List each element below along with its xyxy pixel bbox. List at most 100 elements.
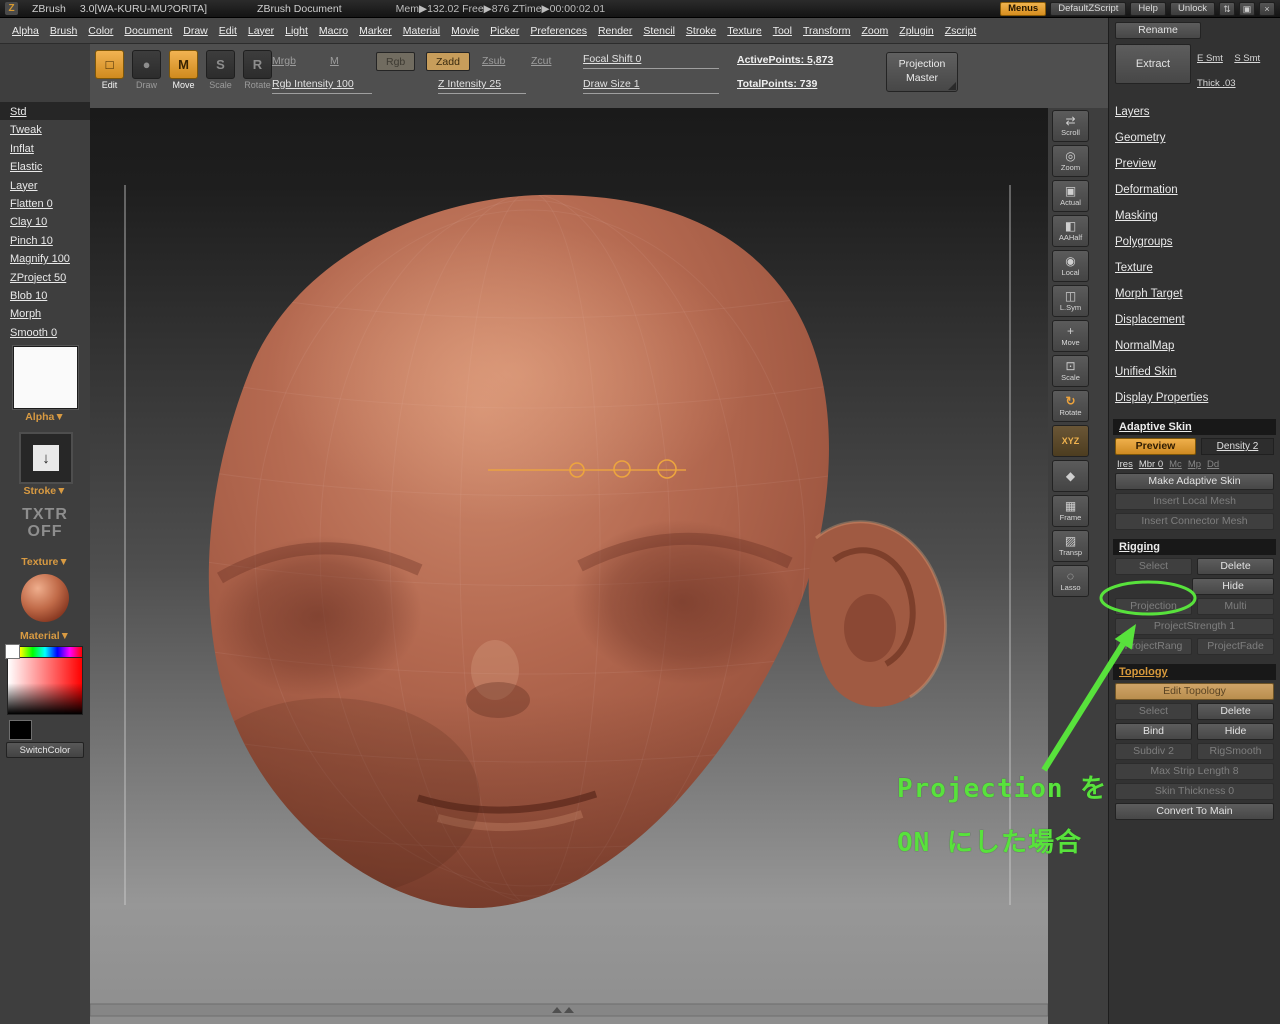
menu-item[interactable]: Texture: [727, 25, 761, 37]
canvas-tool-button[interactable]: + Move: [1052, 320, 1089, 352]
alpha-selector[interactable]: Alpha▼: [0, 411, 90, 423]
canvas-tool-button[interactable]: ◉ Local: [1052, 250, 1089, 282]
rigging-hide-button[interactable]: Hide: [1192, 578, 1274, 595]
tool-button[interactable]: R Rotate: [240, 50, 275, 90]
brush-item[interactable]: Pinch 10: [0, 231, 90, 249]
topology-hide-button[interactable]: Hide: [1197, 723, 1274, 740]
subpalette-header[interactable]: Deformation: [1115, 178, 1274, 204]
brush-item[interactable]: Elastic: [0, 157, 90, 175]
esmt-slider[interactable]: E Smt: [1197, 53, 1223, 64]
material-thumbnail[interactable]: [21, 574, 69, 622]
adaptive-skin-control[interactable]: Dd: [1207, 459, 1219, 470]
menu-item[interactable]: Macro: [319, 25, 348, 37]
m-toggle[interactable]: M: [330, 55, 339, 67]
menu-item[interactable]: Transform: [803, 25, 850, 37]
canvas-tool-button[interactable]: ◧ AAHalf: [1052, 215, 1089, 247]
canvas-scrollbar[interactable]: [90, 1004, 1048, 1016]
canvas-tool-button[interactable]: ◫ L.Sym: [1052, 285, 1089, 317]
texture-selector[interactable]: Texture▼: [0, 556, 90, 568]
canvas-tool-button[interactable]: ▣ Actual: [1052, 180, 1089, 212]
topology-delete-button[interactable]: Delete: [1197, 703, 1274, 720]
canvas-tool-button[interactable]: ◆: [1052, 460, 1089, 492]
stroke-selector[interactable]: Stroke▼: [0, 485, 90, 497]
subdiv-slider[interactable]: Subdiv 2: [1115, 743, 1192, 760]
insert-local-mesh-button[interactable]: Insert Local Mesh: [1115, 493, 1274, 510]
canvas-tool-button[interactable]: ◎ Zoom: [1052, 145, 1089, 177]
material-selector[interactable]: Material▼: [0, 630, 90, 642]
z-intensity-slider[interactable]: Z Intensity 25: [438, 78, 526, 94]
brush-item[interactable]: Clay 10: [0, 212, 90, 230]
subpalette-header[interactable]: Geometry: [1115, 126, 1274, 152]
menu-item[interactable]: Zplugin: [899, 25, 933, 37]
rename-button[interactable]: Rename: [1115, 22, 1201, 39]
menu-item[interactable]: Zscript: [945, 25, 977, 37]
menu-item[interactable]: Layer: [248, 25, 274, 37]
tool-button[interactable]: M Move: [166, 50, 201, 90]
subpalette-header[interactable]: Morph Target: [1115, 282, 1274, 308]
subpalette-header[interactable]: Display Properties: [1115, 386, 1274, 412]
brush-item[interactable]: Magnify 100: [0, 249, 90, 267]
extract-button[interactable]: Extract: [1115, 44, 1191, 84]
close-icon[interactable]: ×: [1259, 2, 1275, 16]
texture-off-indicator[interactable]: TXTR OFF: [0, 506, 90, 540]
canvas-tool-button[interactable]: ◌ Lasso: [1052, 565, 1089, 597]
menu-item[interactable]: Marker: [359, 25, 392, 37]
subpalette-header[interactable]: Unified Skin: [1115, 360, 1274, 386]
mrgb-toggle[interactable]: Mrgb: [272, 55, 296, 67]
tool-button[interactable]: S Scale: [203, 50, 238, 90]
brush-item[interactable]: Flatten 0: [0, 194, 90, 212]
tool-button[interactable]: ● Draw: [129, 50, 164, 90]
canvas-tool-button[interactable]: ↻ Rotate: [1052, 390, 1089, 422]
alpha-thumbnail[interactable]: [13, 346, 78, 409]
menus-button[interactable]: Menus: [1000, 2, 1046, 16]
brush-item[interactable]: Morph: [0, 304, 90, 322]
subpalette-header[interactable]: Layers: [1115, 100, 1274, 126]
menu-item[interactable]: Render: [598, 25, 632, 37]
canvas-tool-button[interactable]: XYZ: [1052, 425, 1089, 457]
focal-shift-slider[interactable]: Focal Shift 0: [583, 53, 719, 69]
skin-thickness-slider[interactable]: Skin Thickness 0: [1115, 783, 1274, 800]
defaultzscript-button[interactable]: DefaultZScript: [1050, 2, 1126, 16]
switch-color-button[interactable]: SwitchColor: [6, 742, 84, 758]
canvas-tool-button[interactable]: ⇄ Scroll: [1052, 110, 1089, 142]
menu-item[interactable]: Draw: [183, 25, 208, 37]
adaptive-skin-control[interactable]: Mc: [1169, 459, 1182, 470]
max-strip-length-slider[interactable]: Max Strip Length 8: [1115, 763, 1274, 780]
menu-item[interactable]: Picker: [490, 25, 519, 37]
brush-item[interactable]: Layer: [0, 176, 90, 194]
menu-item[interactable]: Stroke: [686, 25, 716, 37]
zadd-toggle[interactable]: Zadd: [426, 52, 470, 71]
rigsmooth-button[interactable]: RigSmooth: [1197, 743, 1274, 760]
color-picker[interactable]: [7, 646, 83, 715]
rigging-select-button[interactable]: Select: [1115, 558, 1192, 575]
subpalette-header[interactable]: Masking: [1115, 204, 1274, 230]
rigging-projection-button[interactable]: Projection: [1115, 598, 1192, 615]
menu-item[interactable]: Movie: [451, 25, 479, 37]
menu-item[interactable]: Material: [403, 25, 440, 37]
zsub-toggle[interactable]: Zsub: [482, 55, 505, 67]
thick-slider[interactable]: Thick .03: [1197, 78, 1236, 89]
zcut-toggle[interactable]: Zcut: [531, 55, 551, 67]
project-strength-slider[interactable]: ProjectStrength 1: [1115, 618, 1274, 635]
stroke-thumbnail[interactable]: ↓: [19, 432, 73, 484]
subpalette-header[interactable]: Polygroups: [1115, 230, 1274, 256]
rgb-intensity-slider[interactable]: Rgb Intensity 100: [272, 78, 372, 94]
menu-item[interactable]: Tool: [773, 25, 792, 37]
menu-item[interactable]: Document: [124, 25, 172, 37]
subpalette-header[interactable]: Texture: [1115, 256, 1274, 282]
menu-item[interactable]: Preferences: [530, 25, 587, 37]
unlock-button[interactable]: Unlock: [1170, 2, 1215, 16]
topology-select-button[interactable]: Select: [1115, 703, 1192, 720]
topology-bind-button[interactable]: Bind: [1115, 723, 1192, 740]
convert-to-main-button[interactable]: Convert To Main: [1115, 803, 1274, 820]
canvas-tool-button[interactable]: ⊡ Scale: [1052, 355, 1089, 387]
subpalette-header[interactable]: NormalMap: [1115, 334, 1274, 360]
brush-item[interactable]: Std: [0, 102, 90, 120]
preview-button[interactable]: Preview: [1115, 438, 1196, 455]
brush-item[interactable]: Inflat: [0, 139, 90, 157]
tool-button[interactable]: □ Edit: [92, 50, 127, 90]
menu-item[interactable]: Stencil: [643, 25, 675, 37]
project-fade-button[interactable]: ProjectFade: [1197, 638, 1274, 655]
project-range-button[interactable]: ProjectRang: [1115, 638, 1192, 655]
menu-item[interactable]: Brush: [50, 25, 77, 37]
